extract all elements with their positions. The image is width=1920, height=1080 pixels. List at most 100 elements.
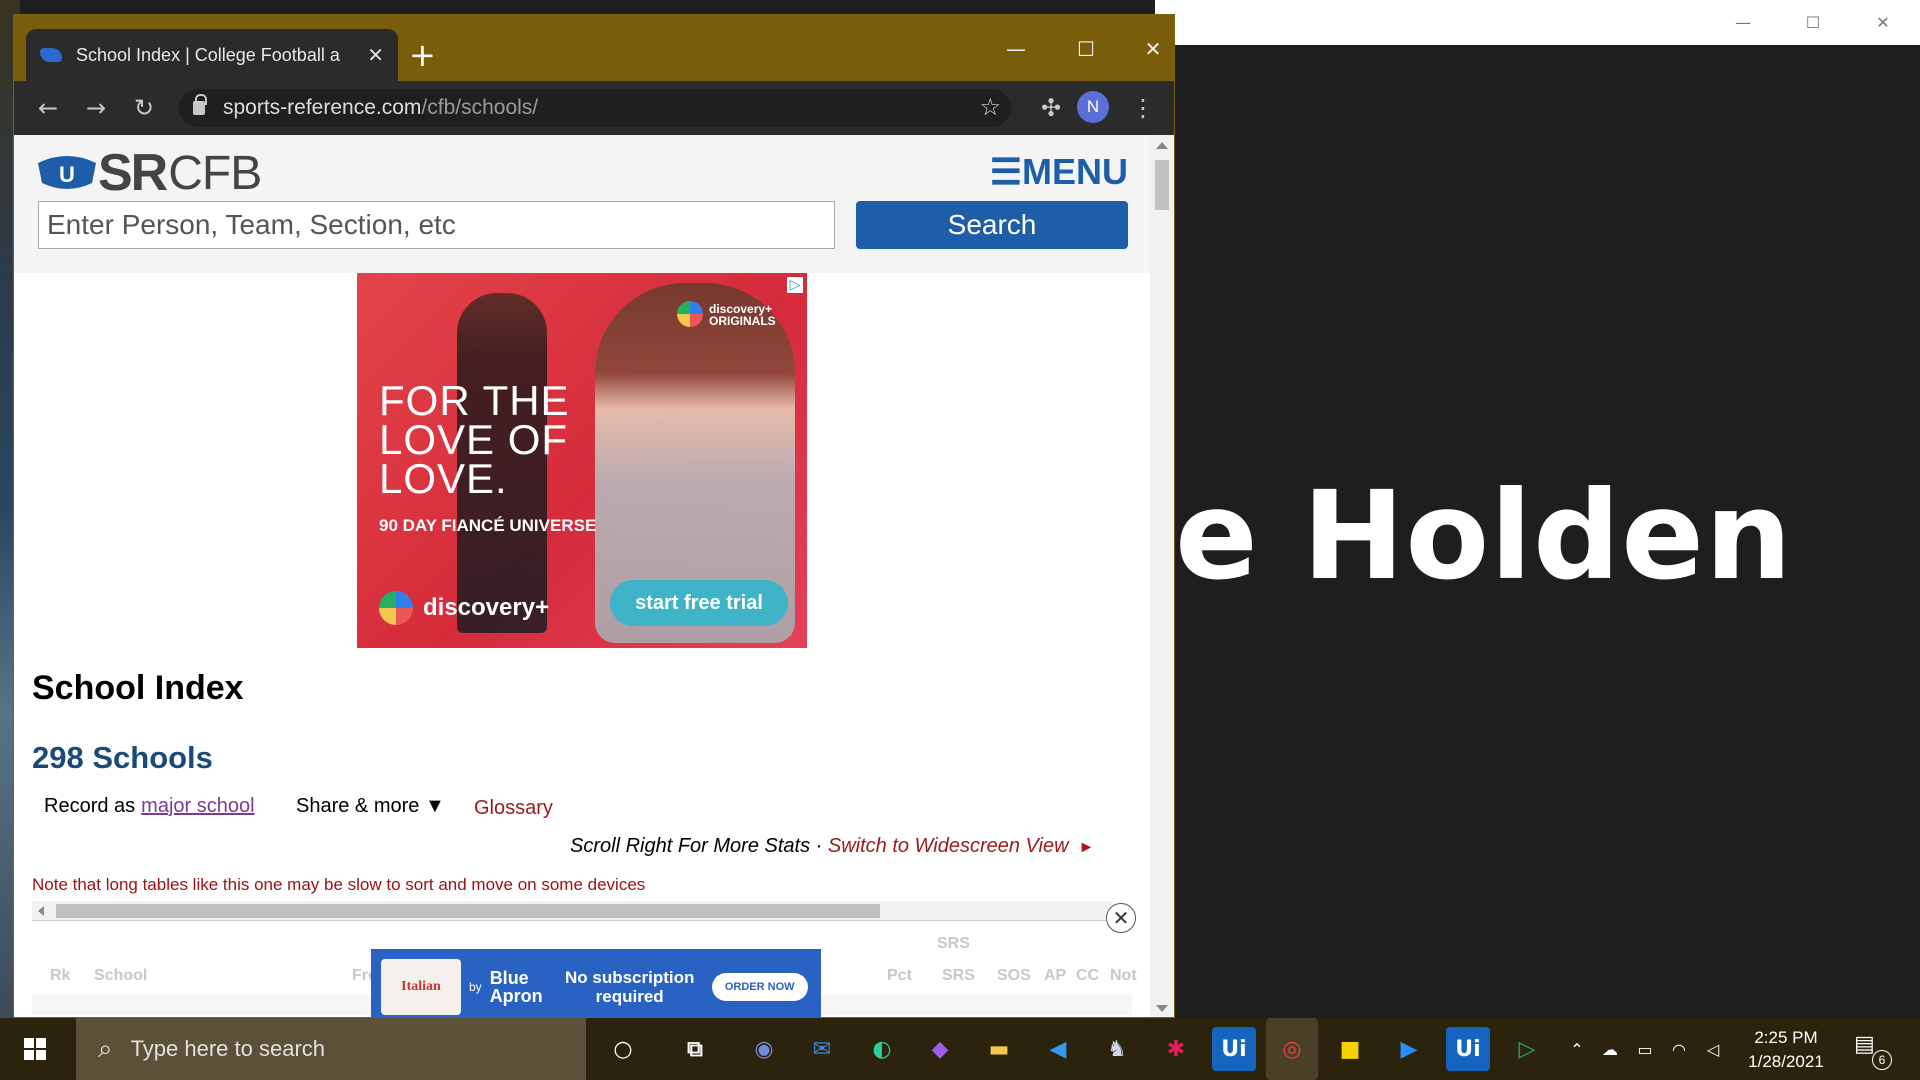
chrome-icon[interactable]: ◎ — [1266, 1018, 1318, 1080]
tab-strip: School Index | College Football a ✕ + — … — [14, 15, 1174, 81]
profile-avatar[interactable]: N — [1077, 91, 1109, 123]
srcfb-shield-icon: U — [38, 156, 96, 189]
scroll-up-arrow-icon[interactable] — [1156, 142, 1168, 149]
glossary-link[interactable]: Glossary — [474, 797, 553, 820]
start-button[interactable] — [0, 1018, 70, 1080]
volume-icon[interactable]: ◁ — [1696, 1040, 1730, 1059]
close-icon[interactable]: ✕ — [1848, 0, 1918, 45]
table-performance-note: Note that long tables like this one may … — [32, 875, 646, 894]
ad-headline: FOR THE LOVE OF LOVE. — [379, 377, 570, 502]
share-more-dropdown[interactable]: Share & more ▼ — [296, 795, 445, 818]
window-maximize-button[interactable]: ☐ — [1051, 29, 1121, 69]
notification-center-icon[interactable]: ▤ 6 — [1854, 1032, 1892, 1070]
table-horizontal-scrollbar[interactable] — [32, 901, 1112, 921]
bookmark-star-icon[interactable]: ☆ — [979, 93, 1001, 121]
record-as-option: Record as major school — [44, 795, 255, 818]
scrollbar-thumb[interactable] — [1155, 160, 1169, 210]
zoom-icon[interactable]: ▶ — [1387, 1027, 1431, 1071]
presentation-text: e Holden — [1175, 465, 1793, 607]
site-search-input[interactable] — [38, 201, 835, 249]
col-header-ap[interactable]: AP — [1044, 967, 1066, 985]
discovery-ad-banner[interactable]: discovery+ ORIGINALS FOR THE LOVE OF LOVE… — [357, 273, 807, 648]
sticky-notes-icon[interactable]: ■ — [1328, 1027, 1372, 1071]
media-player-icon[interactable]: ▷ — [1505, 1027, 1549, 1071]
scroll-left-arrow-icon[interactable] — [38, 906, 44, 916]
reload-icon[interactable]: ↻ — [122, 81, 166, 135]
table-group-header: SRS — [937, 935, 970, 952]
ad-order-now-button[interactable]: ORDER NOW — [711, 973, 808, 1001]
maximize-icon[interactable]: ☐ — [1778, 0, 1848, 45]
site-header: U SR CFB ☰MENU Search — [14, 135, 1150, 273]
ad-blue-apron-logo: Blue Apron — [489, 968, 543, 1006]
more-menu-icon[interactable]: ⋮ — [1121, 81, 1165, 135]
scrollbar-thumb[interactable] — [56, 904, 880, 918]
lock-icon — [193, 94, 207, 115]
mail-icon[interactable]: ✉ — [800, 1027, 844, 1071]
file-explorer-icon[interactable]: ▬ — [977, 1027, 1021, 1071]
logo-cfb: CFB — [168, 146, 262, 200]
tab-school-index[interactable]: School Index | College Football a ✕ — [26, 29, 398, 81]
windows-logo-icon — [24, 1038, 46, 1060]
scroll-hint: Scroll Right For More Stats · Switch to … — [570, 835, 1095, 857]
tab-title: School Index | College Football a — [76, 44, 340, 65]
visual-studio-icon[interactable]: ◆ — [918, 1027, 962, 1071]
window-close-button[interactable]: ✕ — [1118, 29, 1174, 69]
svg-text:U: U — [59, 162, 75, 187]
new-tab-button[interactable]: + — [409, 39, 436, 71]
widescreen-arrow-icon[interactable]: ► — [1079, 839, 1095, 856]
col-header-sos[interactable]: SOS — [997, 967, 1031, 985]
adchoices-icon[interactable]: ▷ — [787, 277, 803, 293]
discovery-originals-logo-icon — [677, 301, 703, 327]
col-header-srs[interactable]: SRS — [942, 967, 975, 985]
extensions-puzzle-icon[interactable]: ✣ — [1029, 81, 1073, 135]
col-header-pct[interactable]: Pct — [887, 967, 912, 985]
page-vertical-scrollbar[interactable] — [1150, 135, 1174, 1017]
taskbar-search-box[interactable]: ⌕ Type here to search — [76, 1018, 586, 1080]
back-arrow-icon[interactable]: ← — [26, 81, 70, 135]
col-header-cc[interactable]: CC — [1076, 967, 1099, 985]
browser-toolbar: ← → ↻ sports-reference.com/cfb/schools/ … — [14, 81, 1174, 135]
vscode-icon[interactable]: ◀ — [1036, 1027, 1080, 1071]
taskbar-clock[interactable]: 2:25 PM 1/28/2021 — [1740, 1026, 1832, 1074]
slack-icon[interactable]: ✱ — [1154, 1027, 1198, 1071]
ad-message: No subscription required — [564, 968, 695, 1006]
background-window[interactable]: — ☐ ✕ e Holden — [1155, 0, 1920, 1018]
window-minimize-button[interactable]: — — [981, 29, 1051, 69]
notification-count-badge: 6 — [1872, 1050, 1892, 1070]
ad-start-trial-button[interactable]: start free trial — [610, 580, 788, 626]
blue-apron-ad-banner[interactable]: Italian by Blue Apron No subscription re… — [371, 949, 821, 1017]
clock-date: 1/28/2021 — [1748, 1052, 1824, 1071]
onedrive-cloud-icon[interactable]: ☁ — [1592, 1040, 1628, 1059]
postgres-icon[interactable]: ♞ — [1095, 1027, 1139, 1071]
discord-icon[interactable]: ◉ — [742, 1027, 786, 1071]
scroll-down-arrow-icon[interactable] — [1156, 1005, 1168, 1012]
ad-originals-badge: discovery+ ORIGINALS — [709, 302, 776, 328]
ad-italian-logo: Italian — [381, 959, 461, 1015]
minimize-icon[interactable]: — — [1708, 0, 1778, 45]
widescreen-link[interactable]: Switch to Widescreen View — [828, 835, 1069, 857]
major-school-link[interactable]: major school — [141, 795, 254, 818]
address-url[interactable]: sports-reference.com/cfb/schools/ — [223, 96, 538, 120]
chevron-up-icon[interactable]: ⌃ — [1562, 1040, 1592, 1059]
system-tray: ⌃ ☁ ▭ ◠ ◁ — [1562, 1018, 1730, 1080]
task-view-icon[interactable]: ⧉ — [673, 1027, 717, 1071]
srcfb-logo[interactable]: U SR CFB — [36, 143, 262, 203]
col-header-notes[interactable]: Not — [1110, 967, 1137, 985]
battery-icon[interactable]: ▭ — [1628, 1040, 1662, 1059]
background-window-titlebar[interactable]: — ☐ ✕ — [1155, 0, 1920, 45]
uipath-studio-icon[interactable]: Ui — [1446, 1027, 1490, 1071]
uipath-icon[interactable]: Ui — [1212, 1027, 1256, 1071]
web-page: U SR CFB ☰MENU Search discovery+ORIGINAL… — [14, 135, 1150, 1017]
address-bar[interactable]: sports-reference.com/cfb/schools/ ☆ — [179, 89, 1011, 127]
forward-arrow-icon[interactable]: → — [74, 81, 118, 135]
ad-subline: 90 DAY FIANCÉ UNIVERSE — [379, 516, 597, 535]
wifi-icon[interactable]: ◠ — [1662, 1040, 1696, 1059]
cortana-icon[interactable]: ○ — [601, 1027, 645, 1071]
edge-icon[interactable]: ◐ — [860, 1027, 904, 1071]
menu-button[interactable]: ☰MENU — [990, 151, 1128, 193]
col-header-school[interactable]: School — [94, 967, 147, 985]
tab-close-icon[interactable]: ✕ — [367, 43, 384, 68]
search-button[interactable]: Search — [856, 201, 1128, 249]
search-icon: ⌕ — [98, 1033, 113, 1064]
col-header-rk[interactable]: Rk — [50, 967, 70, 985]
